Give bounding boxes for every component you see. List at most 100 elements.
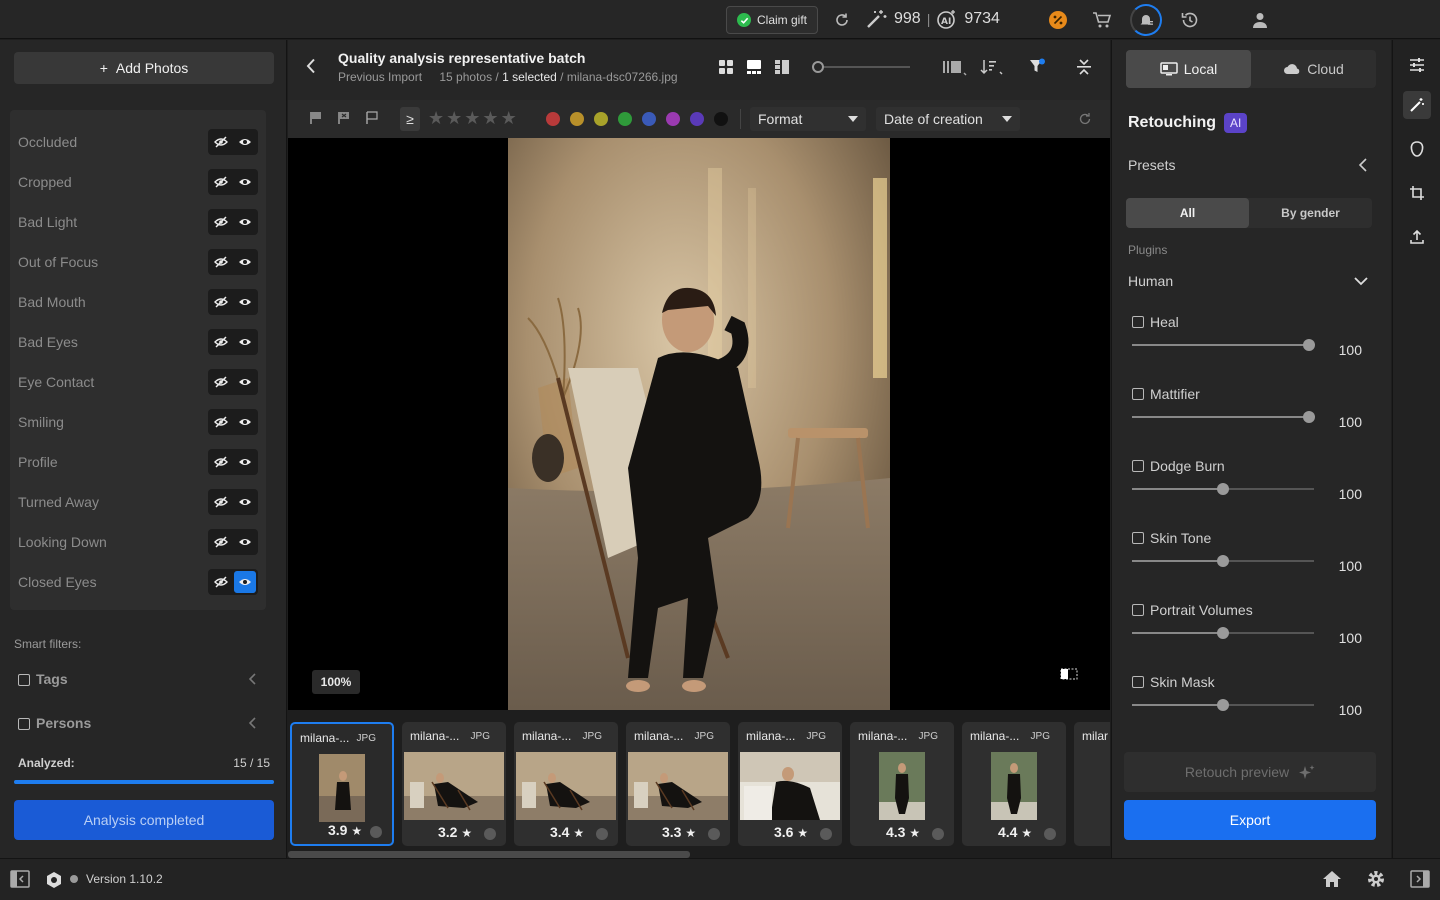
hide-eye-icon[interactable] [210, 291, 232, 313]
add-photos-button[interactable]: + Add Photos [14, 52, 274, 84]
persons-filter[interactable]: Persons [18, 713, 258, 733]
tags-checkbox[interactable] [18, 674, 30, 687]
star-icon[interactable]: ★ [446, 108, 462, 129]
star-rating-filter[interactable]: ★ ★ ★ ★ ★ [428, 108, 517, 129]
photo-thumbnail[interactable]: milana-... JPG 3.9 ★ [290, 722, 394, 846]
plugin-strength-slider[interactable] [1132, 555, 1314, 567]
show-eye-icon[interactable] [234, 491, 256, 513]
home-icon[interactable] [1322, 870, 1342, 888]
star-icon[interactable]: ★ [428, 108, 444, 129]
settings-gear-icon[interactable] [1366, 869, 1386, 889]
show-eye-icon[interactable] [234, 331, 256, 353]
presets-row[interactable]: Presets [1128, 157, 1368, 173]
format-dropdown[interactable]: Format [750, 107, 866, 131]
color-label-indicator[interactable] [708, 828, 720, 840]
photo-thumbnail[interactable]: milana-... JPG 4.4 ★ [962, 722, 1066, 846]
slider-knob[interactable] [1302, 339, 1315, 351]
slider-knob[interactable] [1217, 555, 1229, 567]
color-label-dot[interactable] [690, 112, 704, 126]
retouch-brush-icon[interactable] [1403, 91, 1431, 119]
photo-thumbnail[interactable]: milar [1074, 722, 1110, 846]
analysis-completed-button[interactable]: Analysis completed [14, 800, 274, 840]
show-eye-icon[interactable] [234, 251, 256, 273]
chevron-left-icon[interactable] [248, 717, 258, 729]
color-label-indicator[interactable] [820, 828, 832, 840]
notifications-icon[interactable] [1130, 4, 1162, 36]
plugin-strength-slider[interactable] [1132, 411, 1315, 423]
color-label-indicator[interactable] [484, 828, 496, 840]
star-icon[interactable]: ★ [464, 108, 480, 129]
export-button[interactable]: Export [1124, 800, 1376, 840]
hide-eye-icon[interactable] [210, 571, 232, 593]
filter-icon[interactable] [1028, 58, 1046, 76]
color-label-dot[interactable] [618, 112, 632, 126]
hide-eye-icon[interactable] [210, 371, 232, 393]
upload-icon[interactable] [1403, 223, 1431, 251]
color-label-indicator[interactable] [1044, 828, 1056, 840]
hide-eye-icon[interactable] [210, 491, 232, 513]
sort-icon[interactable] [980, 58, 1006, 76]
date-sort-dropdown[interactable]: Date of creation [876, 107, 1020, 131]
single-view-icon[interactable] [746, 59, 762, 75]
color-label-dot[interactable] [546, 112, 560, 126]
show-eye-icon[interactable] [234, 371, 256, 393]
photo-thumbnail[interactable]: milana-... JPG 4.3 ★ [850, 722, 954, 846]
photo-thumbnail[interactable]: milana-... JPG 3.2 ★ [402, 722, 506, 846]
crop-icon[interactable] [1403, 179, 1431, 207]
local-mode-button[interactable]: Local [1126, 50, 1251, 88]
plugin-strength-slider[interactable] [1132, 339, 1315, 351]
show-eye-icon[interactable] [234, 171, 256, 193]
by-gender-tab[interactable]: By gender [1249, 198, 1372, 228]
photo-thumbnail[interactable]: milana-... JPG 3.6 ★ [738, 722, 842, 846]
adjustments-icon[interactable] [1403, 51, 1431, 79]
history-icon[interactable] [1178, 8, 1202, 32]
plugin-checkbox[interactable] [1132, 676, 1144, 688]
photo-thumbnail[interactable]: milana-... JPG 3.3 ★ [626, 722, 730, 846]
cart-icon[interactable] [1090, 8, 1114, 32]
retouch-preview-button[interactable]: Retouch preview [1124, 752, 1376, 792]
plugin-checkbox[interactable] [1132, 460, 1144, 472]
pick-flag-icon[interactable] [310, 111, 322, 125]
back-icon[interactable] [306, 58, 316, 74]
slider-knob[interactable] [812, 61, 824, 73]
plugin-strength-slider[interactable] [1132, 483, 1314, 495]
rating-comparison-toggle[interactable]: ≥ [400, 107, 420, 131]
user-account-icon[interactable] [1248, 8, 1272, 32]
reject-flag-icon[interactable] [338, 111, 350, 125]
cloud-mode-button[interactable]: Cloud [1251, 50, 1376, 88]
claim-gift-button[interactable]: Claim gift [726, 6, 818, 34]
split-view-icon[interactable] [1060, 668, 1078, 680]
hide-eye-icon[interactable] [210, 131, 232, 153]
photo-viewer[interactable]: 100% [288, 138, 1110, 710]
color-label-dot[interactable] [570, 112, 584, 126]
plugin-strength-slider[interactable] [1132, 627, 1314, 639]
hide-eye-icon[interactable] [210, 211, 232, 233]
show-eye-icon[interactable] [234, 571, 256, 593]
show-eye-icon[interactable] [234, 531, 256, 553]
slider-knob[interactable] [1217, 483, 1229, 495]
toggle-right-panel-icon[interactable] [1410, 870, 1430, 888]
refresh-icon[interactable] [830, 8, 854, 32]
zoom-level[interactable]: 100% [312, 670, 360, 694]
show-eye-icon[interactable] [234, 211, 256, 233]
color-label-indicator[interactable] [596, 828, 608, 840]
hide-eye-icon[interactable] [210, 531, 232, 553]
plugin-checkbox[interactable] [1132, 532, 1144, 544]
plugin-checkbox[interactable] [1132, 316, 1144, 328]
star-icon[interactable]: ★ [482, 108, 498, 129]
tags-filter[interactable]: Tags [18, 669, 258, 689]
color-label-dot[interactable] [666, 112, 680, 126]
show-eye-icon[interactable] [234, 131, 256, 153]
plugin-checkbox[interactable] [1132, 388, 1144, 400]
color-label-indicator[interactable] [932, 828, 944, 840]
chevron-left-icon[interactable] [248, 673, 258, 685]
photo-thumbnail[interactable]: milana-... JPG 3.4 ★ [514, 722, 618, 846]
collapse-icon[interactable] [1076, 58, 1092, 76]
hide-eye-icon[interactable] [210, 331, 232, 353]
compare-view-icon[interactable] [774, 59, 790, 75]
hide-eye-icon[interactable] [210, 411, 232, 433]
reset-filters-icon[interactable] [1078, 112, 1092, 126]
hide-eye-icon[interactable] [210, 451, 232, 473]
stack-icon[interactable] [942, 59, 968, 77]
all-presets-tab[interactable]: All [1126, 198, 1249, 228]
